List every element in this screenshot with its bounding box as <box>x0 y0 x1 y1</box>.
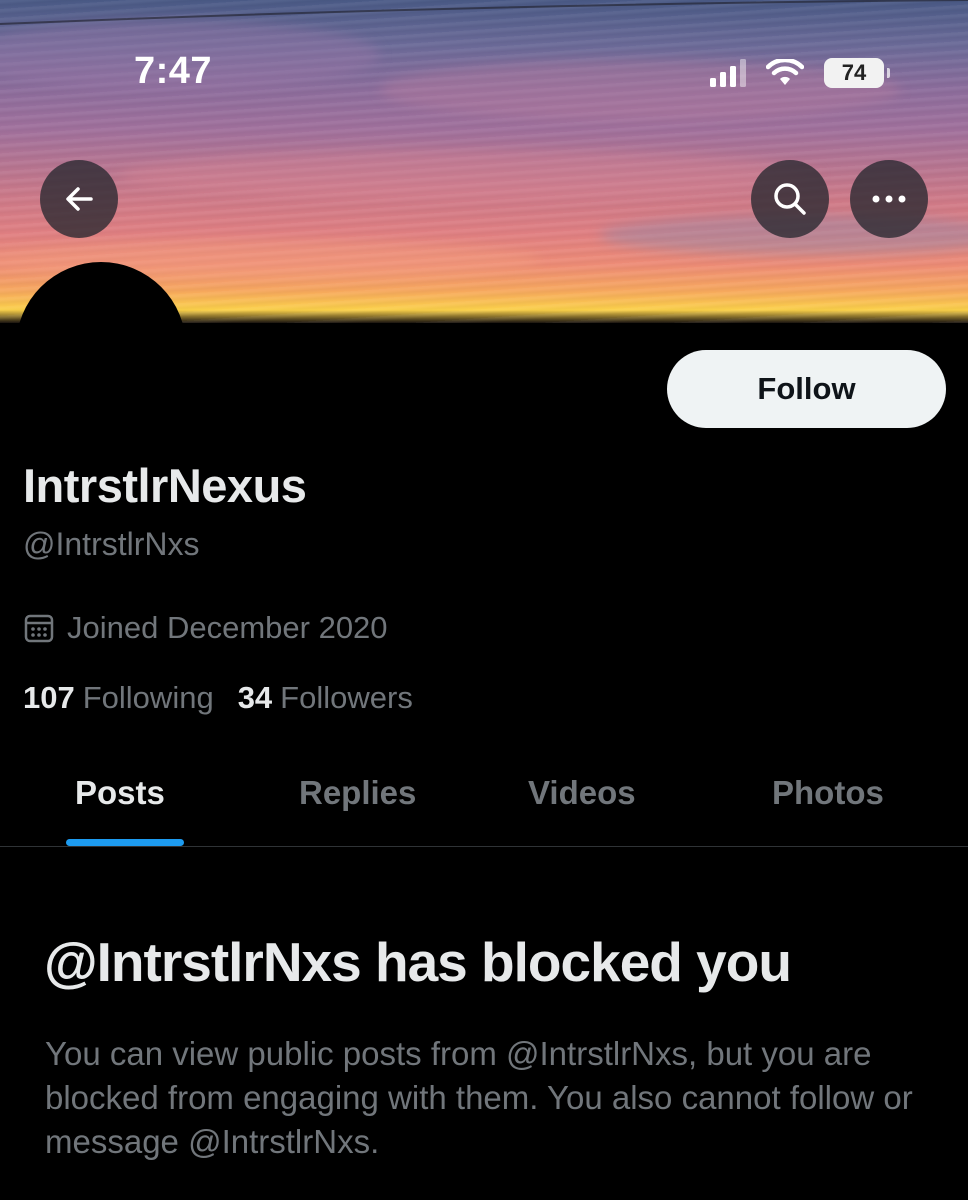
profile-tabs: Posts Replies Videos Photos <box>0 760 968 847</box>
status-icons: 74 <box>710 56 890 90</box>
tab-posts[interactable]: Posts <box>75 774 165 812</box>
following-link[interactable]: 107 Following <box>23 680 214 716</box>
wifi-icon <box>766 59 804 85</box>
follow-stats: 107 Following 34 Followers <box>23 680 413 716</box>
followers-label: Followers <box>280 680 413 715</box>
banner-cloud <box>120 150 820 200</box>
more-horizontal-icon <box>872 195 906 203</box>
arrow-left-icon <box>66 187 93 211</box>
more-options-button[interactable] <box>850 160 928 238</box>
blocked-description: You can view public posts from @Intrstlr… <box>45 1035 913 1160</box>
cellular-signal-icon <box>710 59 746 87</box>
joined-date: Joined December 2020 <box>23 610 388 646</box>
search-button[interactable] <box>751 160 829 238</box>
display-name: IntrstlrNexus <box>23 459 307 512</box>
power-line <box>0 0 968 25</box>
following-label: Following <box>82 680 214 715</box>
joined-text: Joined December 2020 <box>67 610 388 645</box>
followers-link[interactable]: 34 Followers <box>238 680 413 716</box>
active-tab-indicator <box>66 839 184 846</box>
blocked-title: @IntrstlrNxs has blocked you <box>44 931 792 993</box>
tab-videos[interactable]: Videos <box>528 774 636 812</box>
tab-photos[interactable]: Photos <box>772 774 884 812</box>
user-handle: @IntrstlrNxs <box>23 526 200 562</box>
status-time: 7:47 <box>134 50 213 92</box>
tab-replies[interactable]: Replies <box>299 774 416 812</box>
avatar[interactable] <box>16 262 186 432</box>
followers-count: 34 <box>237 680 273 715</box>
back-button[interactable] <box>40 160 118 238</box>
following-count: 107 <box>23 680 75 715</box>
follow-button[interactable]: Follow <box>667 350 946 428</box>
search-icon <box>774 183 806 215</box>
battery-icon: 74 <box>824 58 890 88</box>
calendar-icon <box>24 614 54 643</box>
